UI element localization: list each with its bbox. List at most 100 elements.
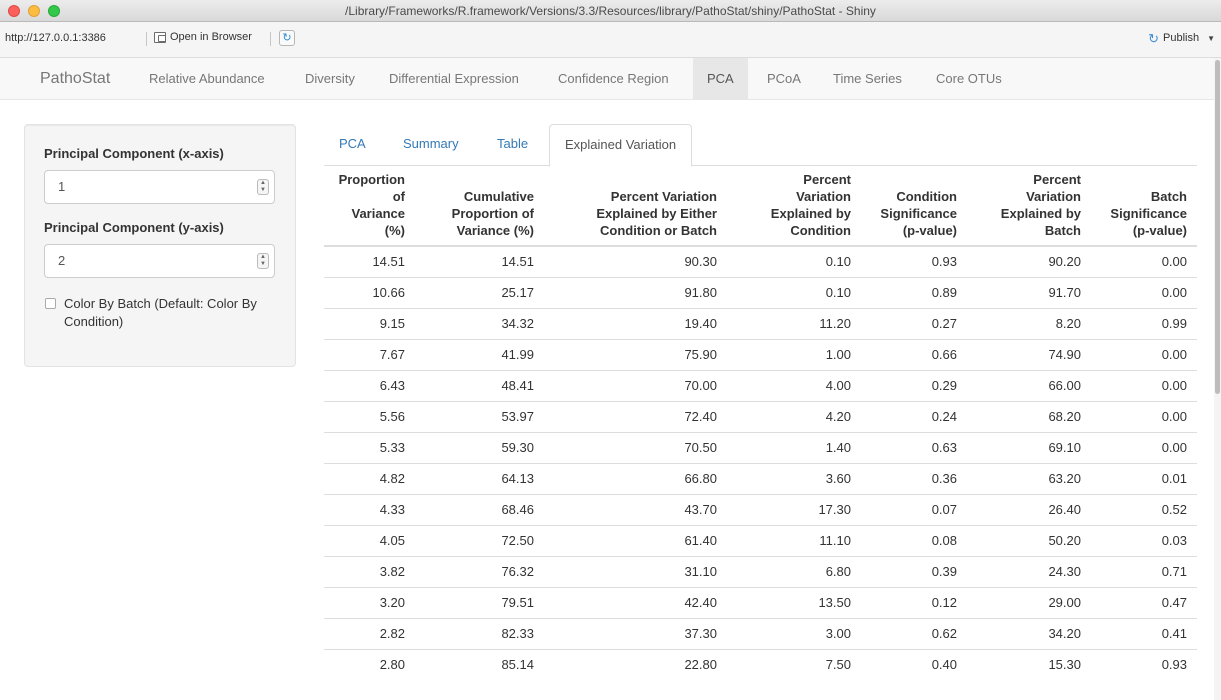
table-cell: 0.00 bbox=[1161, 254, 1187, 270]
table-cell: 1.00 bbox=[727, 338, 861, 370]
table-cell: 4.00 bbox=[727, 369, 861, 401]
table-cell: 0.00 bbox=[1091, 431, 1197, 463]
table-cell: 0.40 bbox=[861, 648, 967, 680]
pc-x-axis-input[interactable]: 1 ▲ ▼ bbox=[44, 170, 275, 204]
column-header-line: Significance bbox=[880, 206, 957, 221]
nav-item-differential-expression[interactable]: Differential Expression bbox=[375, 58, 533, 100]
column-header-line: (p-value) bbox=[1132, 223, 1187, 238]
table-row: 4.05 72.50 61.40 11.10 0.08 50.20 0.03 bbox=[324, 524, 1197, 556]
table-cell: 4.82 bbox=[324, 462, 415, 494]
column-header-line: Significance bbox=[1110, 206, 1187, 221]
pc-y-axis-input[interactable]: 2 ▲ ▼ bbox=[44, 244, 275, 278]
table-row: 2.80 85.14 22.80 7.50 0.40 15.30 0.93 bbox=[324, 648, 1197, 680]
table-cell: 17.30 bbox=[727, 493, 861, 525]
open-in-browser-button[interactable]: Open in Browser bbox=[154, 31, 252, 43]
column-header-line: Batch bbox=[1044, 223, 1081, 238]
table-cell: 37.30 bbox=[544, 617, 727, 649]
refresh-icon[interactable]: ↻ bbox=[279, 30, 295, 46]
table-body: 14.51 14.51 90.30 0.10 0.93 90.20 0.00 10.66 25.… bbox=[324, 246, 1197, 680]
color-by-batch-checkbox[interactable] bbox=[45, 298, 56, 309]
table-cell: 69.10 bbox=[967, 431, 1091, 463]
nav-item-diversity[interactable]: Diversity bbox=[291, 58, 369, 100]
table-row: 4.33 68.46 43.70 17.30 0.07 26.40 0.52 bbox=[324, 493, 1197, 525]
table-cell: 0.36 bbox=[861, 462, 967, 494]
table-row: 6.43 48.41 70.00 4.00 0.29 66.00 0.00 bbox=[324, 369, 1197, 401]
table-cell: 0.99 bbox=[1091, 307, 1197, 339]
pc-x-axis-value: 1 bbox=[58, 179, 66, 194]
table-cell: 3.82 bbox=[324, 555, 415, 587]
column-header-line: (%) bbox=[384, 223, 405, 238]
table-cell: 42.40 bbox=[544, 586, 727, 618]
table-cell: 0.93 bbox=[1091, 648, 1197, 680]
table-cell: 5.33 bbox=[324, 431, 415, 463]
number-stepper-icon[interactable]: ▲ ▼ bbox=[257, 179, 269, 195]
publish-button[interactable]: ↻ Publish ▼ bbox=[1148, 30, 1215, 46]
column-header-line: Variance (%) bbox=[456, 223, 534, 238]
table-cell: 59.30 bbox=[415, 431, 544, 463]
page-scrollbar[interactable] bbox=[1214, 58, 1221, 700]
number-stepper-icon[interactable]: ▲ ▼ bbox=[257, 253, 269, 269]
nav-item-confidence-region[interactable]: Confidence Region bbox=[544, 58, 683, 100]
table-cell: 24.30 bbox=[967, 555, 1091, 587]
sidebar-panel: Principal Component (x-axis) 1 ▲ ▼ Princi… bbox=[24, 124, 296, 367]
table-cell: 19.40 bbox=[544, 307, 727, 339]
scrollbar-thumb[interactable] bbox=[1215, 60, 1220, 394]
table-row: 7.67 41.99 75.90 1.00 0.66 74.90 0.00 bbox=[324, 338, 1197, 370]
column-header-line: (p-value) bbox=[902, 223, 957, 238]
table-cell: 90.20 bbox=[1048, 254, 1081, 270]
color-by-batch-label: Color By Batch (Default: Color By Condit… bbox=[64, 296, 257, 329]
table-cell: 6.80 bbox=[727, 555, 861, 587]
table-cell: 29.00 bbox=[967, 586, 1091, 618]
table-cell: 31.10 bbox=[544, 555, 727, 587]
table-cell: 4.20 bbox=[727, 400, 861, 432]
table-cell: 14.51 bbox=[372, 254, 405, 270]
nav-item-relative-abundance[interactable]: Relative Abundance bbox=[135, 58, 279, 100]
table-cell: 13.50 bbox=[727, 586, 861, 618]
table-cell: 4.05 bbox=[324, 524, 415, 556]
pc-y-axis-value: 2 bbox=[58, 253, 66, 268]
table-cell: 74.90 bbox=[967, 338, 1091, 370]
tab-pca[interactable]: PCA bbox=[324, 124, 381, 166]
table-cell: 68.20 bbox=[967, 400, 1091, 432]
table-cell: 0.62 bbox=[861, 617, 967, 649]
tab-explained-variation[interactable]: Explained Variation bbox=[549, 124, 693, 167]
table-cell: 79.51 bbox=[415, 586, 544, 618]
table-cell: 2.80 bbox=[324, 648, 415, 680]
nav-item-time-series[interactable]: Time Series bbox=[819, 58, 916, 100]
column-header: Batch Significance (p-value) bbox=[1091, 166, 1197, 247]
column-header: Percent Variation Explained by Either Cond… bbox=[544, 166, 727, 247]
window-title: /Library/Frameworks/R.framework/Versions… bbox=[345, 4, 876, 18]
table-cell: 34.20 bbox=[967, 617, 1091, 649]
table-cell: 72.50 bbox=[415, 524, 544, 556]
table-cell: 0.41 bbox=[1091, 617, 1197, 649]
nav-item-pca[interactable]: PCA bbox=[693, 58, 748, 100]
table-cell: 53.97 bbox=[415, 400, 544, 432]
publish-icon: ↻ bbox=[1148, 30, 1159, 46]
column-header: Condition Significance (p-value) bbox=[861, 166, 967, 247]
column-header-line: Explained by bbox=[1000, 206, 1081, 221]
toolbar-divider bbox=[146, 32, 147, 46]
nav-item-pcoa[interactable]: PCoA bbox=[753, 58, 815, 100]
table-cell: 7.67 bbox=[324, 338, 415, 370]
table-cell: 0.03 bbox=[1091, 524, 1197, 556]
address-url[interactable]: http://127.0.0.1:3386 bbox=[5, 32, 106, 44]
table-cell: 3.00 bbox=[727, 617, 861, 649]
table-cell: 3.20 bbox=[324, 586, 415, 618]
table-cell: 0.08 bbox=[861, 524, 967, 556]
table-cell: 3.60 bbox=[727, 462, 861, 494]
table-cell: 4.33 bbox=[324, 493, 415, 525]
open-in-browser-label: Open in Browser bbox=[170, 31, 252, 43]
table-cell: 0.00 bbox=[1091, 276, 1197, 308]
tab-summary[interactable]: Summary bbox=[388, 124, 474, 166]
table-cell: 10.66 bbox=[324, 276, 415, 308]
column-header: Proportion of Variance (%) bbox=[324, 166, 415, 247]
table-cell: 0.29 bbox=[861, 369, 967, 401]
table-cell: 0.00 bbox=[1091, 338, 1197, 370]
table-cell: 22.80 bbox=[544, 648, 727, 680]
tab-table[interactable]: Table bbox=[482, 124, 543, 166]
table-cell: 0.63 bbox=[861, 431, 967, 463]
color-by-batch-option[interactable]: Color By Batch (Default: Color By Condit… bbox=[44, 295, 284, 331]
brand-link[interactable]: PathoStat bbox=[40, 70, 110, 88]
nav-item-core-otus[interactable]: Core OTUs bbox=[922, 58, 1016, 100]
table-cell: 0.27 bbox=[861, 307, 967, 339]
